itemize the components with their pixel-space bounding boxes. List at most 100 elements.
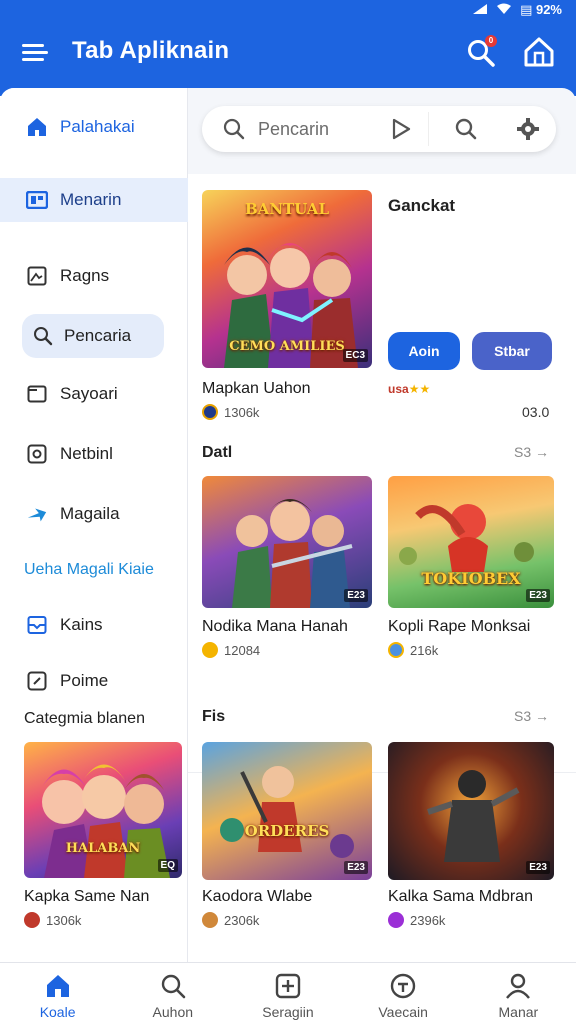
game-art-title: BANTUAL [245,200,329,218]
developer-avatar [202,912,218,928]
featured-game-thumbnail[interactable]: BANTUAL CEMO AMILIES EC3 [202,190,372,368]
main-surface: Palahakai Menarin Ragns Pencaria Sayoari [0,88,576,962]
game-title[interactable]: Kopli Rape Monksai [388,618,530,636]
sidebar-item-label: Menarin [60,190,122,209]
edit-icon [26,670,48,692]
game-thumbnail[interactable]: E23 [388,742,554,880]
bottom-nav: Koale Auhon Seragiin Vaecain Manar [0,962,576,1024]
game-thumbnail[interactable]: ORDERES E23 [202,742,372,880]
sidebar-item-label: Pencaria [64,326,132,345]
game-meta: 2396k [388,912,445,928]
sidebar-item-label: Poime [60,671,109,690]
folder-icon [26,383,48,405]
home-icon [26,116,48,138]
game-art-title: ORDERES [244,822,330,840]
search-button-icon[interactable] [454,117,478,141]
nav-item-manar[interactable]: Manar [461,963,576,1024]
rating-badge: E23 [526,589,550,602]
search-input[interactable] [258,116,408,142]
person-icon [504,972,532,1000]
play-icon[interactable] [390,117,412,141]
content-panel: BANTUAL CEMO AMILIES EC3 Ganckat Aoin St… [188,174,576,962]
sidebar-item-sayoari[interactable]: Sayoari [0,372,188,416]
game-title[interactable]: Kaodora Wlabe [202,888,312,906]
game-thumbnail[interactable]: E23 [202,476,372,608]
arrow-icon [26,503,48,525]
sidebar-item-kains[interactable]: Kains [0,603,188,647]
game-thumbnail[interactable]: TOKIOBEX E23 [388,476,554,608]
sidebar-item-label: Magaila [60,504,120,523]
nav-item-vaecain[interactable]: Vaecain [346,963,461,1024]
star-icon: ★★ [408,382,431,396]
sidebar-item-palahakai[interactable]: Palahakai [0,105,188,149]
section-title: Datl [202,444,233,461]
menu-icon[interactable] [22,40,48,62]
version: 03.0 [522,404,550,420]
rating: usa★★ [388,382,430,396]
see-all-link[interactable]: S3 → [514,444,549,460]
search-bar [202,106,556,152]
download-count: 1306k [224,404,260,420]
home-outline-icon[interactable] [522,36,556,68]
install-button[interactable]: Aoin [388,332,460,370]
rating-label: usa [388,382,409,396]
nav-item-auhon[interactable]: Auhon [115,963,230,1024]
see-all-link[interactable]: S3 → [514,708,549,724]
developer-avatar [24,912,40,928]
game-meta: 216k [388,642,438,658]
battery-status: ▤ 92% [520,2,562,17]
rating-badge: E23 [526,861,550,874]
nav-label: Koale [39,1004,76,1020]
download-count: 216k [410,642,439,658]
sidebar-item-label: Ragns [60,266,110,285]
game-art [427,770,520,862]
gear-icon[interactable] [516,117,540,141]
wifi-icon [496,3,512,18]
game-title[interactable]: Nodika Mana Hanah [202,618,348,636]
download-count: 1306k [46,912,82,928]
inbox-icon [26,614,48,636]
nav-label: Manar [498,1004,539,1020]
download-count: 2396k [410,912,446,928]
card-heading: Ganckat [388,196,456,215]
sidebar-item-poime[interactable]: Poime [0,659,188,703]
sidebar-section-label: Ueha Magali Kiaie [24,561,154,578]
rating-badge: E23 [344,589,368,602]
image-icon [26,265,48,287]
game-title[interactable]: Kalka Sama Mdbran [388,888,533,906]
notification-badge: 0 [485,35,497,47]
game-thumbnail[interactable]: HALABAN EQ [24,742,182,878]
home-icon [44,972,72,1000]
status-bar: ▤ 92% [472,0,562,20]
nav-label: Vaecain [378,1004,428,1020]
sidebar-item-netbinl[interactable]: Netbinl [0,432,188,476]
game-art [220,766,354,858]
rating-badge: EC3 [342,349,368,362]
developer-avatar [388,912,404,928]
arrow-circle-icon [389,972,417,1000]
nav-item-seragiin[interactable]: Seragiin [230,963,345,1024]
sidebar-item-magaila[interactable]: Magaila [0,492,188,536]
sidebar-item-label: Netbinl [60,444,113,463]
sidebar-item-pencaria[interactable]: Pencaria [22,314,164,358]
game-meta: 12084 [202,642,260,658]
secondary-button[interactable]: Stbar [472,332,552,370]
game-title[interactable]: Mapkan Uahon [202,380,311,398]
sidebar-item-ragns[interactable]: Ragns [0,254,188,298]
square-icon [26,443,48,465]
sidebar-item-menarin[interactable]: Menarin [0,178,188,222]
nav-label: Auhon [152,1004,194,1020]
search-icon [159,972,187,1000]
signal-icon [472,3,488,18]
developer-avatar [202,404,218,420]
divider [428,112,429,146]
developer-avatar [388,642,404,658]
plus-square-icon [274,972,302,1000]
developer-avatar [202,642,218,658]
nav-item-koale[interactable]: Koale [0,963,115,1024]
game-title[interactable]: Kapka Same Nan [24,888,149,906]
sidebar: Palahakai Menarin Ragns Pencaria Sayoari [0,88,188,962]
download-count: 12084 [224,642,261,658]
rating-badge: E23 [344,861,368,874]
app-bar: ▤ 92% Tab Apliknain 0 [0,0,576,96]
